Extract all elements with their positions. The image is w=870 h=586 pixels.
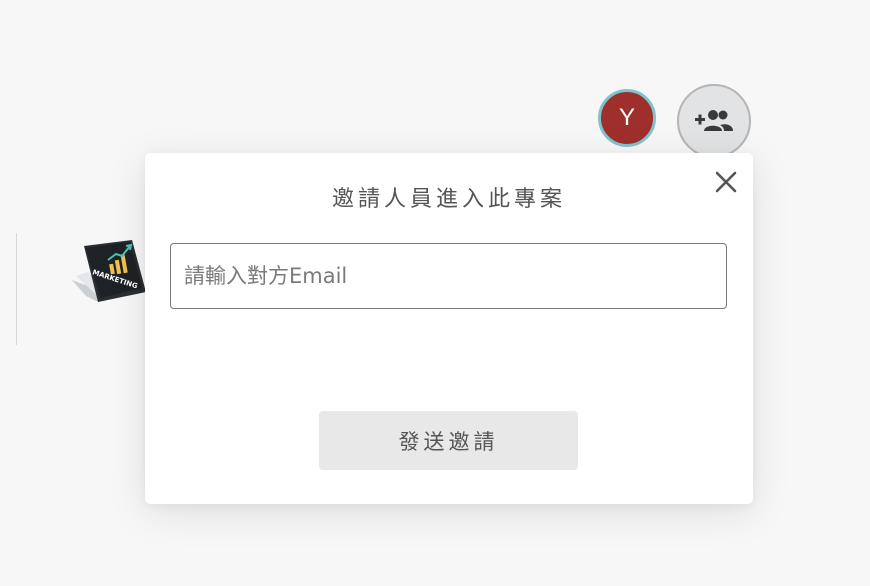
modal-title: 邀請人員進入此專案 bbox=[331, 187, 566, 212]
left-divider bbox=[16, 233, 17, 345]
user-avatar-initial: Y bbox=[618, 104, 635, 131]
invite-modal: 邀請人員進入此專案 發送邀請 bbox=[145, 153, 753, 504]
email-input[interactable] bbox=[170, 243, 727, 309]
add-people-icon bbox=[695, 110, 733, 131]
close-button[interactable] bbox=[713, 169, 739, 195]
project-thumbnail[interactable]: MARKETING bbox=[70, 236, 150, 306]
close-icon bbox=[715, 171, 737, 193]
add-member-button[interactable] bbox=[677, 84, 751, 158]
send-invite-button[interactable]: 發送邀請 bbox=[319, 411, 578, 470]
user-avatar[interactable]: Y bbox=[598, 89, 656, 147]
